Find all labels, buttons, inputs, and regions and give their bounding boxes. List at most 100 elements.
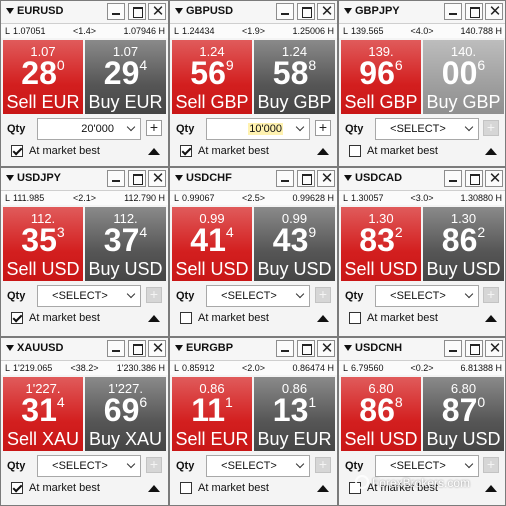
market-best-checkbox[interactable] [349,145,361,157]
market-best-checkbox[interactable] [11,312,23,324]
collapse-icon[interactable] [148,315,160,322]
minimize-button[interactable] [444,170,462,187]
dropdown-arrow-icon[interactable] [344,345,352,351]
tile-titlebar[interactable]: GBPJPY ✕ [339,1,505,24]
quantity-field[interactable]: <SELECT> [375,285,479,307]
quantity-field[interactable]: 10'000 [206,118,310,140]
buy-button[interactable]: 140. 006 Buy GBP [423,40,504,114]
chevron-down-icon[interactable] [126,289,136,299]
chevron-down-icon[interactable] [126,122,136,132]
tile-titlebar[interactable]: EURUSD ✕ [1,1,168,24]
minimize-button[interactable] [444,3,462,20]
quantity-field[interactable]: <SELECT> [37,455,141,477]
chevron-down-icon[interactable] [464,289,474,299]
dropdown-arrow-icon[interactable] [175,175,183,181]
chevron-down-icon[interactable] [295,289,305,299]
minimize-button[interactable] [107,340,125,357]
minimize-button[interactable] [107,3,125,20]
tile-titlebar[interactable]: USDCNH ✕ [339,338,505,361]
minimize-button[interactable] [276,340,294,357]
sell-button[interactable]: 1.07 280 Sell EUR [3,40,83,114]
maximize-button[interactable] [297,340,315,357]
market-best-checkbox[interactable] [349,312,361,324]
collapse-icon[interactable] [148,148,160,155]
quantity-field[interactable]: <SELECT> [375,455,479,477]
add-order-button[interactable]: + [146,287,162,303]
tile-titlebar[interactable]: USDCHF ✕ [170,168,337,191]
collapse-icon[interactable] [485,485,497,492]
chevron-down-icon[interactable] [464,122,474,132]
dropdown-arrow-icon[interactable] [344,175,352,181]
sell-button[interactable]: 0.99 414 Sell USD [172,207,252,281]
quantity-field[interactable]: <SELECT> [375,118,479,140]
dropdown-arrow-icon[interactable] [6,345,14,351]
buy-button[interactable]: 1.07 294 Buy EUR [85,40,166,114]
dropdown-arrow-icon[interactable] [175,8,183,14]
maximize-button[interactable] [128,3,146,20]
sell-button[interactable]: 1'227. 314 Sell XAU [3,377,83,451]
minimize-button[interactable] [276,170,294,187]
tile-titlebar[interactable]: USDCAD ✕ [339,168,505,191]
quantity-field[interactable]: 20'000 [37,118,141,140]
quantity-field[interactable]: <SELECT> [206,455,310,477]
add-order-button[interactable]: + [146,120,162,136]
collapse-icon[interactable] [485,315,497,322]
add-order-button[interactable]: + [483,120,499,136]
buy-button[interactable]: 0.86 131 Buy EUR [254,377,335,451]
quantity-field[interactable]: <SELECT> [37,285,141,307]
sell-button[interactable]: 1.24 569 Sell GBP [172,40,252,114]
dropdown-arrow-icon[interactable] [6,8,14,14]
market-best-checkbox[interactable] [180,482,192,494]
chevron-down-icon[interactable] [464,459,474,469]
sell-button[interactable]: 0.86 111 Sell EUR [172,377,252,451]
close-button[interactable]: ✕ [485,170,503,187]
market-best-checkbox[interactable] [180,145,192,157]
buy-button[interactable]: 1.24 588 Buy GBP [254,40,335,114]
quantity-field[interactable]: <SELECT> [206,285,310,307]
add-order-button[interactable]: + [146,457,162,473]
add-order-button[interactable]: + [315,457,331,473]
market-best-checkbox[interactable] [180,312,192,324]
buy-button[interactable]: 112. 374 Buy USD [85,207,166,281]
tile-titlebar[interactable]: XAUUSD ✕ [1,338,168,361]
collapse-icon[interactable] [485,148,497,155]
close-button[interactable]: ✕ [148,3,166,20]
collapse-icon[interactable] [317,148,329,155]
minimize-button[interactable] [444,340,462,357]
tile-titlebar[interactable]: USDJPY ✕ [1,168,168,191]
maximize-button[interactable] [128,340,146,357]
close-button[interactable]: ✕ [485,3,503,20]
market-best-checkbox[interactable] [11,482,23,494]
tile-titlebar[interactable]: GBPUSD ✕ [170,1,337,24]
dropdown-arrow-icon[interactable] [344,8,352,14]
minimize-button[interactable] [276,3,294,20]
buy-button[interactable]: 0.99 439 Buy USD [254,207,335,281]
maximize-button[interactable] [465,340,483,357]
add-order-button[interactable]: + [483,287,499,303]
dropdown-arrow-icon[interactable] [6,175,14,181]
dropdown-arrow-icon[interactable] [175,345,183,351]
sell-button[interactable]: 6.80 868 Sell USD [341,377,421,451]
maximize-button[interactable] [128,170,146,187]
tile-titlebar[interactable]: EURGBP ✕ [170,338,337,361]
collapse-icon[interactable] [317,315,329,322]
buy-button[interactable]: 1'227. 696 Buy XAU [85,377,166,451]
maximize-button[interactable] [465,3,483,20]
chevron-down-icon[interactable] [295,459,305,469]
sell-button[interactable]: 139. 966 Sell GBP [341,40,421,114]
add-order-button[interactable]: + [483,457,499,473]
maximize-button[interactable] [297,3,315,20]
close-button[interactable]: ✕ [317,3,335,20]
maximize-button[interactable] [297,170,315,187]
chevron-down-icon[interactable] [295,122,305,132]
sell-button[interactable]: 112. 353 Sell USD [3,207,83,281]
close-button[interactable]: ✕ [148,170,166,187]
add-order-button[interactable]: + [315,287,331,303]
close-button[interactable]: ✕ [317,340,335,357]
buy-button[interactable]: 1.30 862 Buy USD [423,207,504,281]
close-button[interactable]: ✕ [485,340,503,357]
close-button[interactable]: ✕ [148,340,166,357]
market-best-checkbox[interactable] [11,145,23,157]
maximize-button[interactable] [465,170,483,187]
collapse-icon[interactable] [317,485,329,492]
